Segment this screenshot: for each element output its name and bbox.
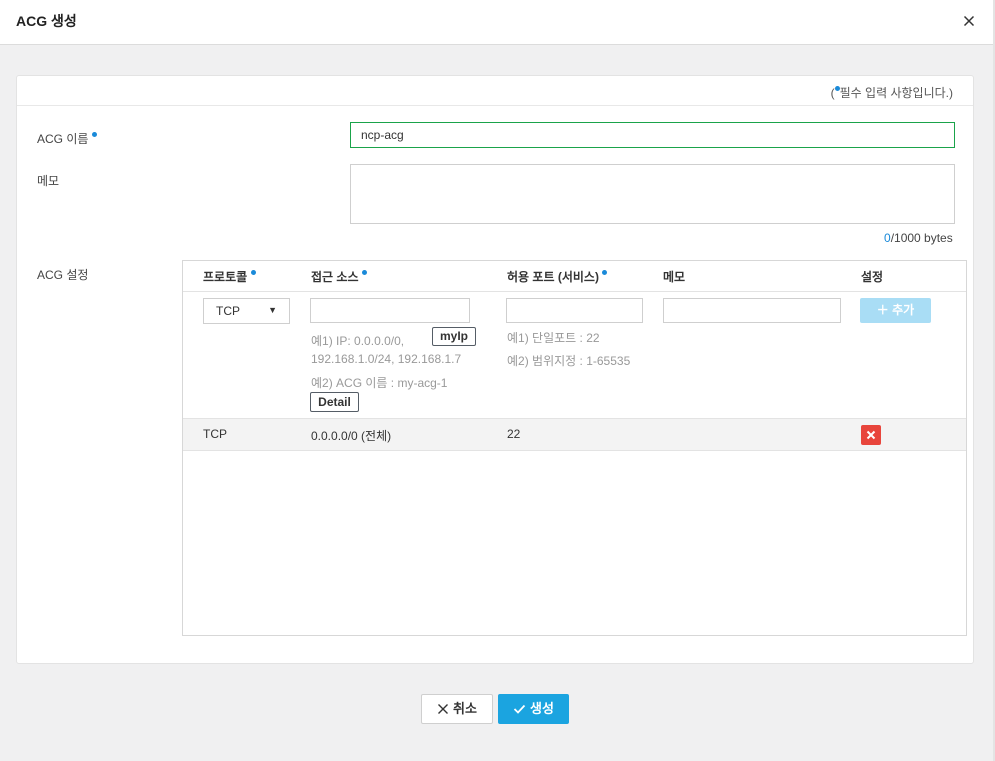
acg-rules-table: 프로토콜 접근 소스 허용 포트 (서비스) 메모 설정 TCP ▼ myIp … bbox=[182, 260, 967, 636]
caret-down-icon: ▼ bbox=[268, 305, 277, 315]
source-hint-2: 예2) ACG 이름 : my-acg-1 bbox=[311, 376, 448, 390]
required-note: (필수 입력 사항입니다.) bbox=[831, 84, 953, 101]
header-divider bbox=[183, 291, 966, 292]
source-hint-1a: 예1) IP: 0.0.0.0/0, bbox=[311, 334, 405, 348]
plus-icon: ＋ bbox=[876, 303, 889, 317]
check-icon bbox=[513, 704, 526, 714]
port-hint-2: 예2) 범위지정 : 1-65535 bbox=[507, 354, 631, 368]
header-port-text: 허용 포트 (서비스) bbox=[507, 270, 599, 284]
acg-name-label-text: ACG 이름 bbox=[37, 132, 89, 146]
create-label: 생성 bbox=[530, 701, 554, 716]
cancel-button[interactable]: 취소 bbox=[421, 694, 493, 724]
required-note-text: 필수 입력 사항입니다.) bbox=[839, 86, 953, 100]
header-protocol: 프로토콜 bbox=[203, 268, 256, 285]
memo-byte-limit: /1000 bytes bbox=[890, 231, 953, 245]
source-input[interactable] bbox=[310, 298, 470, 323]
close-icon bbox=[866, 430, 876, 440]
cancel-label: 취소 bbox=[453, 701, 477, 716]
form-card: (필수 입력 사항입니다.) ACG 이름 메모 0/1000 bytes AC… bbox=[16, 75, 974, 664]
row-protocol: TCP bbox=[203, 427, 227, 441]
delete-rule-button[interactable] bbox=[861, 425, 881, 445]
acg-name-label: ACG 이름 bbox=[37, 130, 97, 147]
row-source: 0.0.0.0/0 (전체) bbox=[311, 429, 392, 443]
add-rule-button[interactable]: ＋ 추가 bbox=[860, 298, 931, 323]
create-button[interactable]: 생성 bbox=[498, 694, 569, 724]
header-settings: 설정 bbox=[861, 270, 884, 284]
required-dot-icon bbox=[250, 270, 256, 275]
header-protocol-text: 프로토콜 bbox=[203, 270, 248, 284]
row-port: 22 bbox=[507, 427, 521, 441]
source-hint-1b: 192.168.1.0/24, 192.168.1.7 bbox=[311, 352, 462, 366]
header-source-text: 접근 소스 bbox=[311, 270, 359, 284]
close-icon[interactable] bbox=[960, 12, 978, 30]
protocol-select-value: TCP bbox=[216, 304, 240, 318]
add-rule-label: 추가 bbox=[892, 303, 915, 317]
table-row bbox=[183, 418, 966, 451]
dialog-title: ACG 생성 bbox=[16, 13, 77, 29]
port-hint-1: 예1) 단일포트 : 22 bbox=[507, 331, 600, 345]
myip-button[interactable]: myIp bbox=[432, 327, 476, 346]
memo-label: 메모 bbox=[37, 174, 60, 188]
acg-settings-label: ACG 설정 bbox=[37, 268, 89, 282]
dialog-header: ACG 생성 bbox=[0, 0, 995, 45]
header-memo: 메모 bbox=[663, 270, 686, 284]
close-icon bbox=[438, 703, 449, 714]
required-dot-icon bbox=[91, 132, 97, 137]
memo-byte-count: 0 bbox=[884, 231, 891, 245]
divider bbox=[17, 105, 973, 106]
header-source: 접근 소스 bbox=[311, 268, 367, 285]
protocol-select[interactable]: TCP ▼ bbox=[203, 298, 290, 324]
rule-memo-input[interactable] bbox=[663, 298, 841, 323]
header-port: 허용 포트 (서비스) bbox=[507, 268, 608, 285]
memo-byte-counter: 0/1000 bytes bbox=[884, 231, 953, 245]
port-input[interactable] bbox=[506, 298, 643, 323]
memo-textarea[interactable] bbox=[350, 164, 955, 224]
detail-button[interactable]: Detail bbox=[310, 392, 359, 412]
acg-name-input[interactable] bbox=[350, 122, 955, 148]
required-dot-icon bbox=[361, 270, 367, 275]
required-dot-icon bbox=[602, 270, 608, 275]
